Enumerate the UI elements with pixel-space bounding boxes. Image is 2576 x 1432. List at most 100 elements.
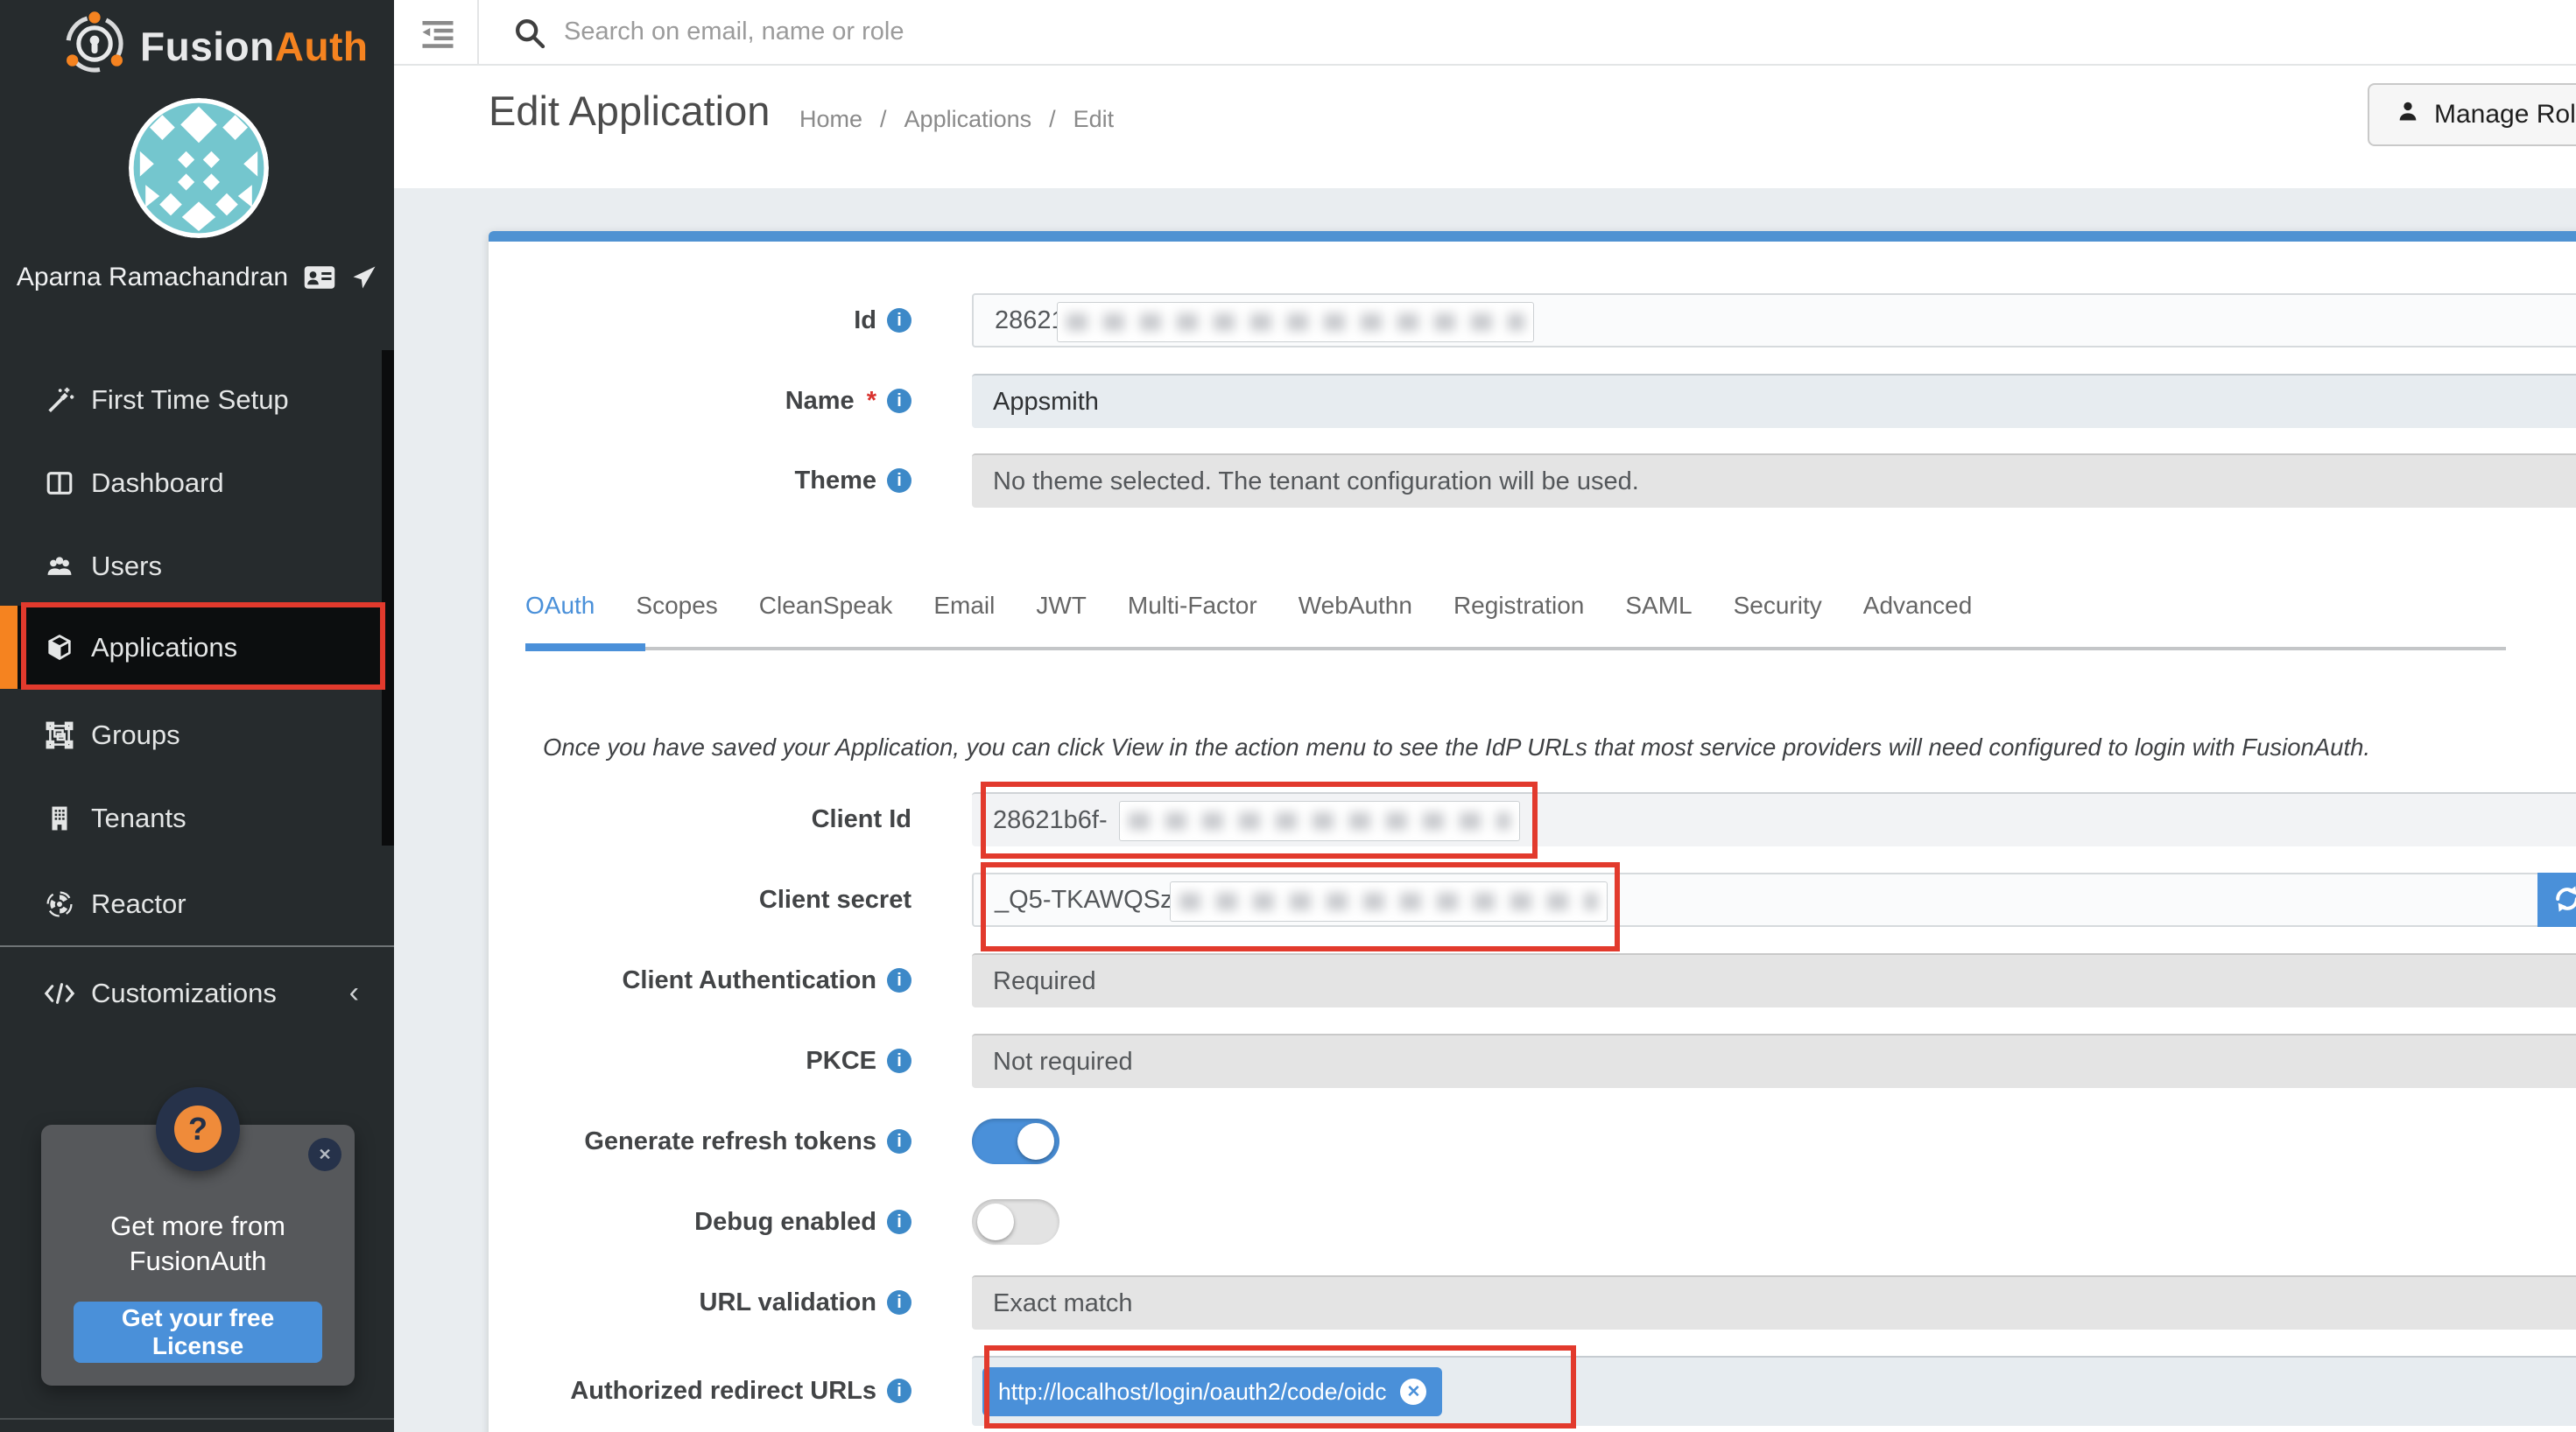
info-icon[interactable]: i: [887, 308, 911, 333]
required-asterisk: *: [867, 387, 876, 416]
contact-card-icon[interactable]: [304, 264, 335, 291]
users-icon: [44, 551, 75, 581]
theme-field[interactable]: No theme selected. The tenant configurat…: [972, 453, 2576, 508]
applications-cube-icon: [44, 633, 75, 663]
breadcrumb-home[interactable]: Home: [799, 106, 862, 133]
person-icon: [2396, 99, 2420, 130]
topbar: [394, 0, 2576, 66]
regenerate-secret-button[interactable]: [2537, 873, 2576, 927]
info-icon[interactable]: i: [887, 468, 911, 493]
sidebar: FusionAuth: [0, 0, 394, 1432]
tab-security[interactable]: Security: [1734, 592, 1822, 628]
collapse-menu-icon[interactable]: [419, 14, 457, 53]
authorized-redirect-urls-field[interactable]: http://localhost/login/oauth2/code/oidc …: [972, 1356, 2576, 1426]
sidebar-item-applications[interactable]: Applications: [0, 606, 394, 689]
get-free-license-button[interactable]: Get your free License: [74, 1302, 322, 1363]
active-tab-underline: [525, 643, 645, 651]
reactor-radiation-icon: [44, 889, 75, 919]
sidebar-scrollbar[interactable]: [382, 350, 394, 846]
tab-multi-factor[interactable]: Multi-Factor: [1128, 592, 1257, 628]
dashboard-icon: [44, 468, 75, 498]
url-validation-field[interactable]: Exact match: [972, 1275, 2576, 1330]
fusionauth-logo-text: FusionAuth: [140, 23, 369, 70]
client-secret-label: Client secret: [489, 873, 941, 927]
fusionauth-logo[interactable]: FusionAuth: [61, 11, 369, 81]
info-icon[interactable]: i: [887, 1210, 911, 1234]
send-icon[interactable]: [351, 264, 377, 291]
info-icon[interactable]: i: [887, 1049, 911, 1073]
generate-refresh-tokens-label: Generate refresh tokens i: [489, 1114, 941, 1169]
info-icon[interactable]: i: [887, 1290, 911, 1315]
redirect-url-chip: http://localhost/login/oauth2/code/oidc …: [982, 1367, 1442, 1416]
tab-cleanspeak[interactable]: CleanSpeak: [759, 592, 893, 628]
debug-enabled-label: Debug enabled i: [489, 1195, 941, 1249]
client-authentication-label: Client Authentication i: [489, 953, 941, 1007]
info-icon[interactable]: i: [887, 968, 911, 993]
refresh-icon: [2550, 881, 2576, 919]
pkce-label: PKCE i: [489, 1034, 941, 1088]
info-icon[interactable]: i: [887, 389, 911, 413]
tab-underline: [525, 647, 2506, 650]
manage-roles-button[interactable]: Manage Roles: [2368, 83, 2576, 146]
tab-bar: OAuth Scopes CleanSpeak Email JWT Multi-…: [525, 592, 1972, 628]
generate-refresh-tokens-toggle[interactable]: [972, 1119, 1059, 1164]
tab-oauth[interactable]: OAuth: [525, 592, 595, 628]
authorized-redirect-urls-label: Authorized redirect URLs i: [489, 1356, 941, 1426]
redacted-client-id: [1119, 801, 1520, 841]
sidebar-item-customizations[interactable]: Customizations ‹: [0, 951, 394, 1035]
page-title: Edit Application: [489, 87, 770, 135]
client-authentication-field[interactable]: Required: [972, 953, 2576, 1007]
search-icon: [512, 16, 547, 55]
tenants-building-icon: [44, 804, 75, 833]
remove-url-icon[interactable]: ✕: [1400, 1379, 1426, 1405]
toggle-knob: [1017, 1123, 1054, 1160]
info-icon[interactable]: i: [887, 1379, 911, 1403]
tab-saml[interactable]: SAML: [1625, 592, 1692, 628]
topbar-divider: [477, 0, 479, 66]
promo-title: Get more from FusionAuth: [41, 1209, 355, 1279]
user-name: Aparna Ramachandran: [17, 263, 288, 292]
id-label: Id i: [489, 293, 941, 347]
fusionauth-logo-icon: [61, 11, 128, 81]
redacted-client-secret: [1170, 881, 1608, 922]
tab-jwt[interactable]: JWT: [1036, 592, 1087, 628]
sidebar-item-users[interactable]: Users: [0, 524, 394, 607]
avatar: [129, 98, 269, 238]
name-field[interactable]: [972, 374, 2576, 428]
redacted-id-value: [1057, 302, 1534, 342]
wand-icon: [44, 385, 75, 415]
search-input[interactable]: [562, 7, 2226, 56]
breadcrumb-applications[interactable]: Applications: [904, 106, 1032, 133]
client-id-label: Client Id: [489, 792, 941, 846]
sidebar-item-first-time-setup[interactable]: First Time Setup: [0, 358, 394, 441]
tab-registration[interactable]: Registration: [1453, 592, 1584, 628]
fusionauth-admin-page: FusionAuth: [0, 0, 2576, 1432]
toggle-knob: [977, 1204, 1014, 1240]
page-header: Edit Application Home / Applications / E…: [394, 66, 2576, 188]
groups-icon: [44, 720, 75, 750]
code-icon: [44, 980, 75, 1007]
promo-close-icon[interactable]: ✕: [308, 1138, 341, 1171]
tab-advanced[interactable]: Advanced: [1863, 592, 1973, 628]
tab-webauthn[interactable]: WebAuthn: [1299, 592, 1412, 628]
sidebar-item-tenants[interactable]: Tenants: [0, 776, 394, 860]
breadcrumb-edit: Edit: [1073, 106, 1115, 133]
tab-email[interactable]: Email: [933, 592, 995, 628]
info-icon[interactable]: i: [887, 1129, 911, 1154]
name-label: Name* i: [489, 374, 941, 428]
tab-scopes[interactable]: Scopes: [636, 592, 717, 628]
debug-enabled-toggle[interactable]: [972, 1199, 1059, 1245]
client-id-field: 28621b6f-: [972, 792, 2576, 846]
theme-label: Theme i: [489, 453, 941, 508]
pkce-field[interactable]: Not required: [972, 1034, 2576, 1088]
client-secret-field: _Q5-TKAWQSz7s: [972, 873, 2576, 927]
breadcrumb: Home / Applications / Edit: [799, 106, 1114, 133]
oauth-note: Once you have saved your Application, yo…: [543, 734, 2558, 762]
sidebar-item-reactor[interactable]: Reactor: [0, 862, 394, 945]
sidebar-divider: [0, 945, 394, 947]
id-field: 28621b: [972, 293, 2576, 347]
sidebar-bottom-divider: [0, 1418, 394, 1420]
sidebar-item-groups[interactable]: Groups: [0, 693, 394, 776]
sidebar-item-dashboard[interactable]: Dashboard: [0, 441, 394, 524]
question-icon[interactable]: ?: [174, 1106, 222, 1153]
